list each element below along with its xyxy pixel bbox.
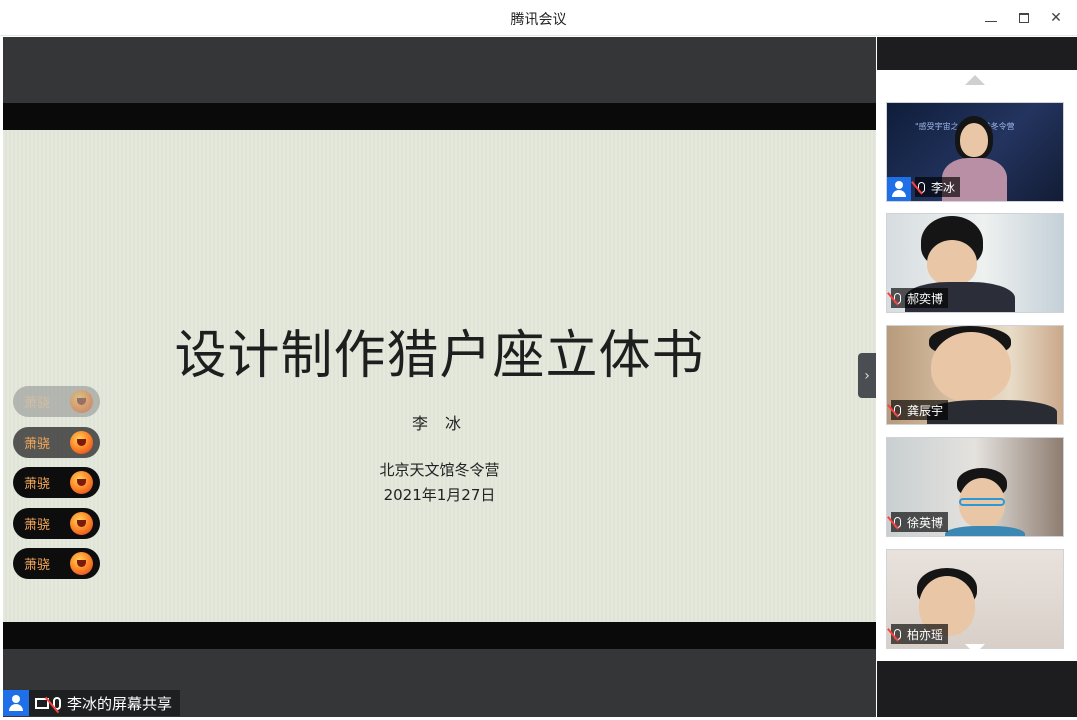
slide-author: 李 冰	[411, 414, 468, 433]
participant-name-tag: 龚辰宇	[891, 400, 949, 420]
mic-muted-icon	[918, 181, 925, 193]
maximize-icon	[1019, 13, 1029, 23]
mic-muted-icon	[894, 628, 901, 640]
participants-panel: "感受宇宙之……科普冬令营 李冰 郝奕博 龚辰宇	[877, 37, 1077, 717]
reaction-label: 萧骁	[24, 437, 51, 452]
mic-muted-icon	[894, 516, 901, 528]
participant-name-tag: 徐英博	[891, 512, 949, 532]
close-button[interactable]: ✕	[1046, 8, 1066, 28]
participant-face	[931, 332, 1011, 402]
presentation-slide: 设计制作猎户座立体书 李 冰 北京天文馆冬令营 2021年1月27日	[3, 130, 876, 622]
reaction-bubble: 萧骁	[13, 467, 100, 498]
maximize-button[interactable]	[1014, 8, 1034, 28]
minimize-icon	[985, 20, 997, 22]
slide-date: 2021年1月27日	[383, 486, 496, 504]
participant-name: 郝奕博	[907, 291, 944, 306]
user-icon	[887, 177, 911, 201]
triangle-up-icon[interactable]	[965, 75, 985, 85]
video-tile[interactable]: 徐英博	[886, 437, 1064, 537]
emoji-icon	[70, 512, 93, 535]
slide-organization: 北京天文馆冬令营	[379, 461, 500, 479]
participant-name-tag: 柏亦瑶	[891, 624, 949, 644]
minimize-button[interactable]	[981, 8, 1001, 28]
title-bar: 腾讯会议 ✕	[0, 0, 1077, 36]
chevron-right-icon: ›	[864, 367, 870, 384]
video-tile[interactable]: "感受宇宙之……科普冬令营 李冰	[886, 102, 1064, 202]
participant-face	[960, 123, 988, 157]
user-icon	[3, 690, 29, 716]
participant-face	[927, 240, 977, 286]
mic-muted-icon	[53, 696, 61, 710]
emoji-icon	[70, 552, 93, 575]
reaction-label: 萧骁	[24, 477, 51, 492]
video-tile[interactable]: 柏亦瑶	[886, 549, 1064, 649]
screen-share-label: 李冰的屏幕共享	[3, 690, 181, 716]
collapse-panel-button[interactable]: ›	[858, 353, 876, 398]
reaction-label: 萧骁	[24, 558, 51, 573]
video-tile[interactable]: 龚辰宇	[886, 325, 1064, 425]
triangle-down-icon[interactable]	[965, 644, 985, 654]
emoji-icon	[70, 471, 93, 494]
reaction-bubble: 萧骁	[13, 548, 100, 579]
participant-name: 徐英博	[907, 515, 944, 530]
emoji-icon	[70, 390, 93, 413]
screen-share-area: 设计制作猎户座立体书 李 冰 北京天文馆冬令营 2021年1月27日	[3, 37, 876, 717]
participant-body	[945, 526, 1025, 536]
participant-name: 李冰	[931, 180, 956, 195]
participant-name-tag: 郝奕博	[891, 288, 949, 308]
close-icon: ✕	[1050, 10, 1062, 26]
window-title: 腾讯会议	[510, 12, 567, 28]
share-label-text: 李冰的屏幕共享	[67, 694, 173, 713]
slide-title: 设计制作猎户座立体书	[174, 326, 705, 386]
participant-name-tag: 李冰	[915, 177, 961, 197]
reaction-bubble: 萧骁	[13, 427, 100, 458]
reaction-label: 萧骁	[24, 518, 51, 533]
panel-bottom-strip	[877, 656, 1077, 661]
emoji-icon	[70, 431, 93, 454]
letterbox-top	[3, 103, 876, 130]
mic-muted-icon	[894, 404, 901, 416]
reaction-bubble: 萧骁	[13, 386, 100, 417]
letterbox-bottom	[3, 622, 876, 649]
mic-muted-icon	[894, 292, 901, 304]
reaction-label: 萧骁	[24, 396, 51, 411]
glasses	[959, 498, 1005, 506]
participant-name: 柏亦瑶	[907, 627, 944, 642]
reaction-bubble: 萧骁	[13, 508, 100, 539]
video-tile[interactable]: 郝奕博	[886, 213, 1064, 313]
participant-name: 龚辰宇	[907, 403, 944, 418]
